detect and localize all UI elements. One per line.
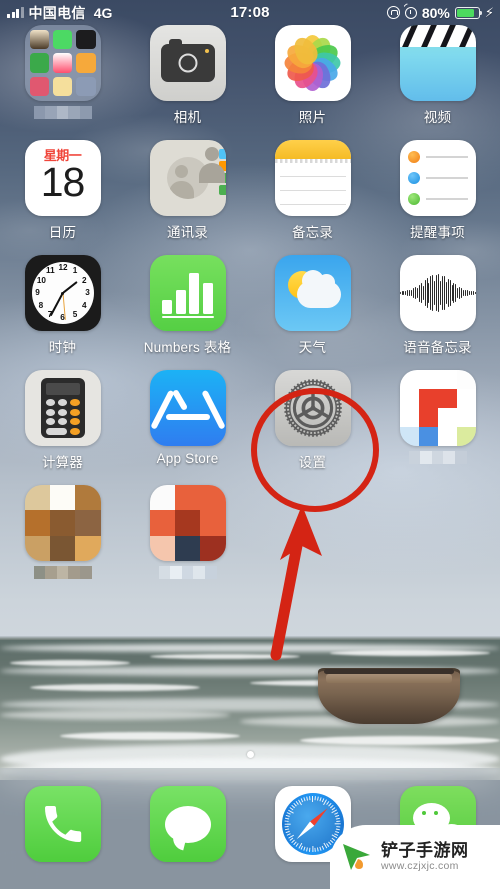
- numbers-icon[interactable]: [149, 255, 226, 331]
- videos-icon[interactable]: [399, 25, 476, 101]
- reminders-icon[interactable]: [399, 140, 476, 216]
- status-bar: 中国电信 4G 17:08 80% ⚡: [0, 0, 500, 25]
- app-weather[interactable]: 天气: [250, 255, 375, 370]
- pixelated-app-icon[interactable]: [399, 370, 476, 446]
- rotation-lock-icon: [386, 6, 400, 19]
- app-voice-memos[interactable]: 语音备忘录: [375, 255, 500, 370]
- pixelated-app-icon[interactable]: [24, 485, 101, 561]
- icon-row: 计算器 App Store 设置: [0, 370, 500, 485]
- app-label: 设置: [298, 455, 327, 470]
- icon-row: 1 2 3 4 5 6 7 8 9 10 11 12 时钟 Numbers 表格 天气 语音备忘录: [0, 255, 500, 370]
- app-pixelated-2[interactable]: [0, 485, 125, 600]
- app-pixelated-1[interactable]: [375, 370, 500, 485]
- photos-icon[interactable]: [274, 25, 351, 101]
- app-label-censored: [33, 106, 92, 119]
- app-label-censored: [408, 451, 467, 464]
- app-folder-icon[interactable]: [24, 25, 101, 101]
- battery-icon: [454, 6, 483, 19]
- app-calendar[interactable]: 星期一 18 日历: [0, 140, 125, 255]
- app-numbers[interactable]: Numbers 表格: [125, 255, 250, 370]
- cursor-arrow-logo-icon: [340, 842, 374, 872]
- app-app-store[interactable]: App Store: [125, 370, 250, 485]
- watermark-title: 铲子手游网: [381, 840, 469, 860]
- watermark-text: 铲子手游网 www.czjxjc.com: [381, 840, 469, 873]
- watermark-url: www.czjxjc.com: [381, 860, 459, 873]
- camera-icon[interactable]: [149, 25, 226, 101]
- app-label: 提醒事项: [410, 225, 465, 240]
- contacts-icon[interactable]: [149, 140, 226, 216]
- app-settings[interactable]: 设置: [250, 370, 375, 485]
- app-photos[interactable]: 照片: [250, 25, 375, 140]
- dock-item-phone[interactable]: [0, 786, 125, 862]
- app-label: Numbers 表格: [143, 340, 232, 355]
- app-label-censored: [33, 566, 92, 579]
- calculator-icon[interactable]: [24, 370, 101, 446]
- settings-gear-icon[interactable]: [274, 370, 351, 446]
- app-label: 相机: [173, 110, 202, 125]
- app-label: 视频: [423, 110, 452, 125]
- wallpaper-boat: [318, 668, 460, 724]
- app-label: 语音备忘录: [403, 340, 472, 355]
- app-clock[interactable]: 1 2 3 4 5 6 7 8 9 10 11 12 时钟: [0, 255, 125, 370]
- app-reminders[interactable]: 提醒事项: [375, 140, 500, 255]
- page-indicator[interactable]: [0, 745, 500, 763]
- weather-icon[interactable]: [274, 255, 351, 331]
- alarm-clock-icon: [404, 6, 417, 19]
- app-calculator[interactable]: 计算器: [0, 370, 125, 485]
- pixelated-app-icon[interactable]: [149, 485, 226, 561]
- app-label: 备忘录: [291, 225, 334, 240]
- app-videos[interactable]: 视频: [375, 25, 500, 140]
- app-icon-grid: 相机 照片 视频 星期一 18 日历 通讯录 备忘录 提醒事项 1 2 3 4 …: [0, 25, 500, 600]
- app-folder[interactable]: [0, 25, 125, 140]
- app-label: 通讯录: [166, 225, 209, 240]
- app-pixelated-3[interactable]: [125, 485, 250, 600]
- site-watermark: 铲子手游网 www.czjxjc.com: [330, 825, 500, 889]
- dock-item-messages[interactable]: [125, 786, 250, 862]
- empty-slot: [375, 485, 500, 600]
- messages-icon[interactable]: [149, 786, 226, 862]
- app-label: 天气: [298, 340, 327, 355]
- app-label: 照片: [298, 110, 327, 125]
- icon-row: [0, 485, 500, 600]
- clock-icon[interactable]: 1 2 3 4 5 6 7 8 9 10 11 12: [24, 255, 101, 331]
- phone-handset-glyph: [44, 806, 81, 842]
- empty-slot: [250, 485, 375, 600]
- calendar-icon[interactable]: 星期一 18: [24, 140, 101, 216]
- gear-glyph: [283, 379, 342, 437]
- calendar-day: 18: [40, 159, 86, 205]
- app-label: 计算器: [41, 455, 84, 470]
- app-contacts[interactable]: 通讯录: [125, 140, 250, 255]
- phone-icon[interactable]: [24, 786, 101, 862]
- app-label-censored: [158, 566, 217, 579]
- app-label: 日历: [48, 225, 77, 240]
- icon-row: 相机 照片 视频: [0, 25, 500, 140]
- app-store-icon[interactable]: [149, 370, 226, 446]
- icon-row: 星期一 18 日历 通讯录 备忘录 提醒事项: [0, 140, 500, 255]
- app-label: App Store: [156, 451, 219, 466]
- notes-icon[interactable]: [274, 140, 351, 216]
- app-notes[interactable]: 备忘录: [250, 140, 375, 255]
- app-camera[interactable]: 相机: [125, 25, 250, 140]
- voice-memos-icon[interactable]: [399, 255, 476, 331]
- page-dot-1[interactable]: [246, 751, 254, 758]
- clock-label: 17:08: [230, 4, 270, 21]
- app-label: 时钟: [48, 340, 77, 355]
